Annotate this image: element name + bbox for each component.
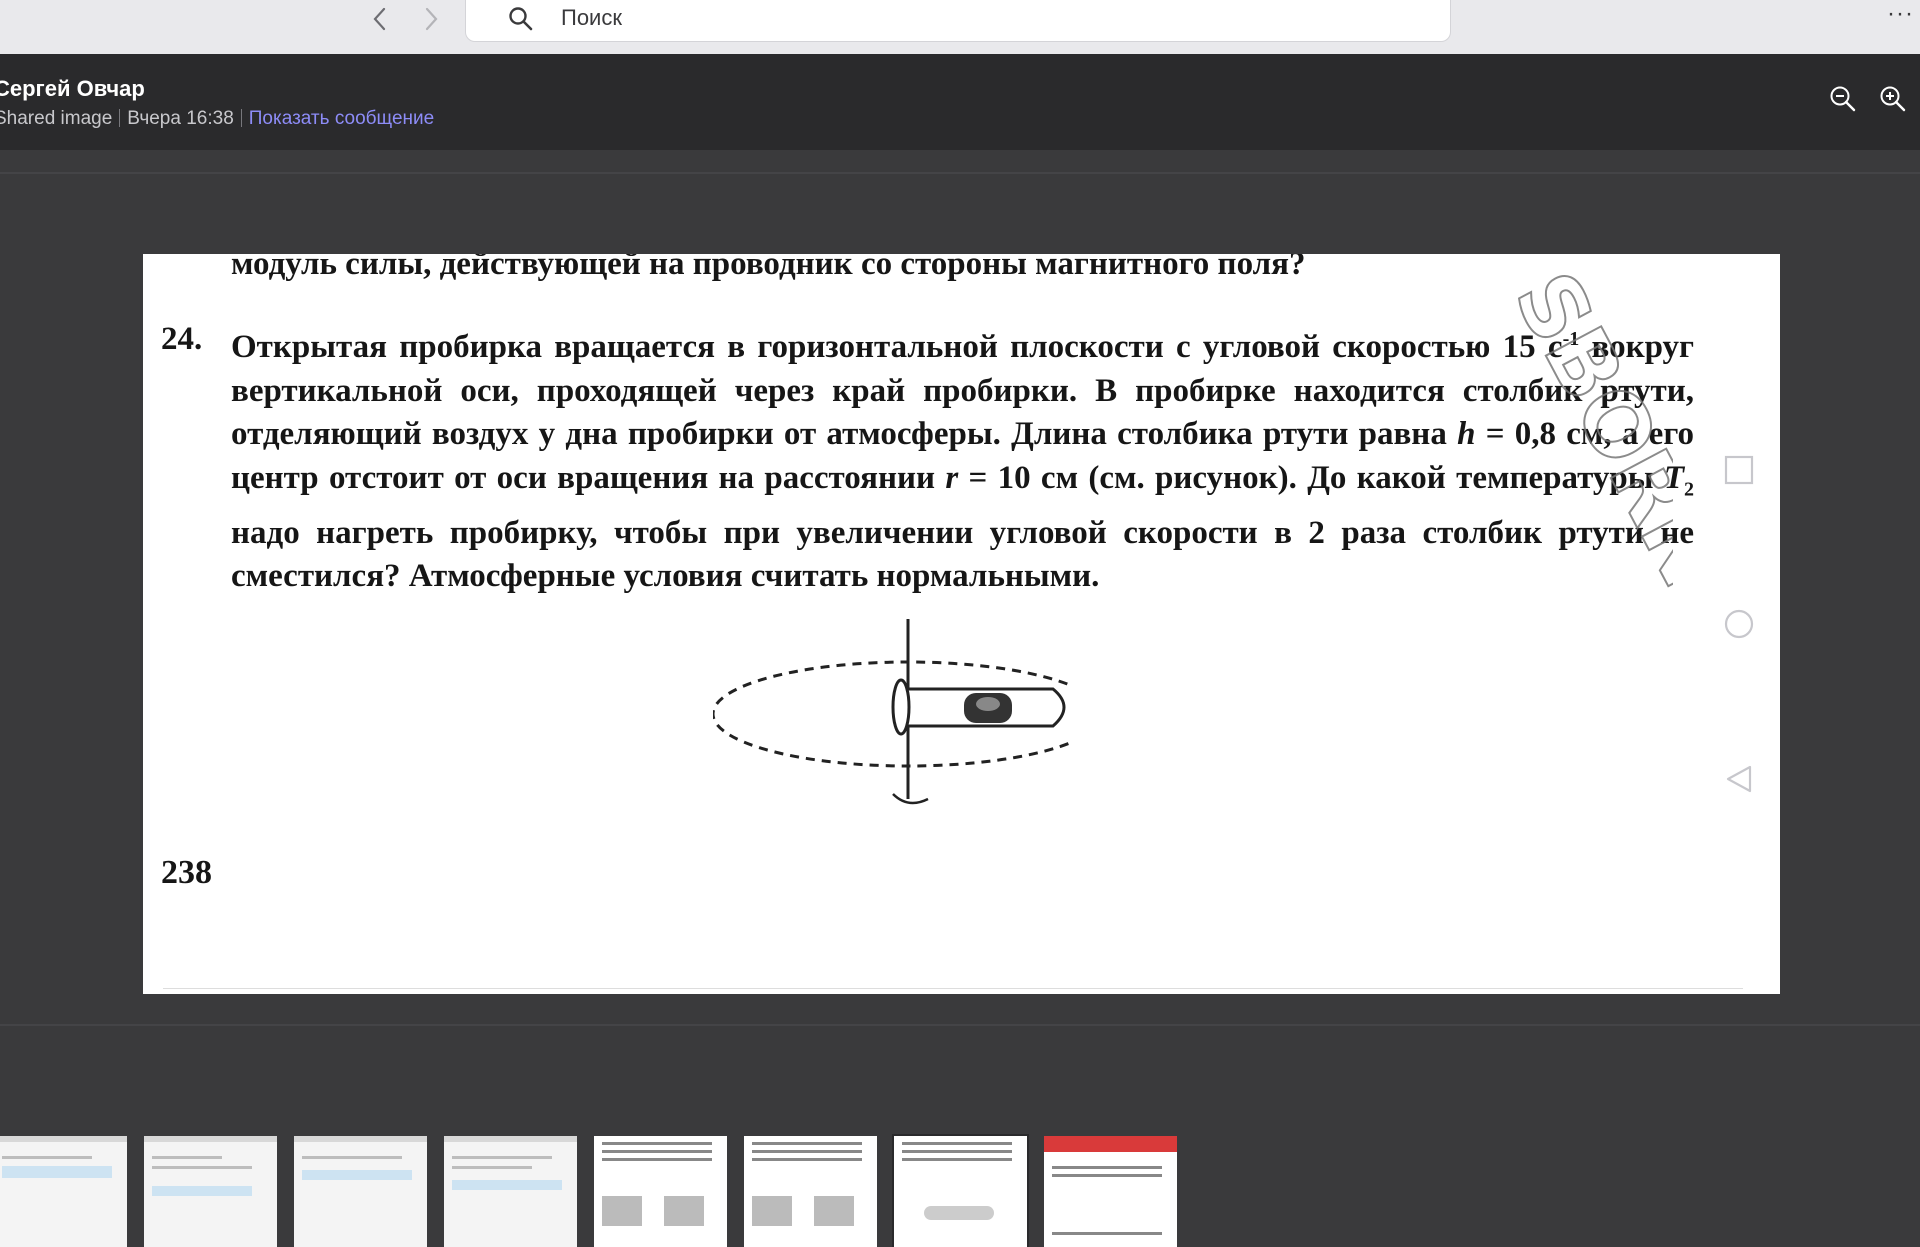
triangle-back-icon [1726, 765, 1752, 793]
problem-text: Открытая пробирка вращается в горизонтал… [231, 318, 1694, 599]
viewer-header: Сергей Овчар Shared image Вчера 16:38 Пока… [0, 54, 1920, 150]
mercury-highlight [976, 697, 1000, 711]
thumbnail-line [152, 1156, 222, 1159]
background-divider [0, 172, 1920, 174]
thumbnail-strip [0, 1134, 1920, 1247]
thumbnail-selected[interactable] [892, 1134, 1029, 1247]
question-number: 24. [161, 321, 203, 357]
timestamp: Вчера 16:38 [127, 108, 234, 129]
square-icon [1724, 455, 1754, 485]
thumbnail-line [302, 1156, 402, 1159]
variable-h: h [1457, 416, 1476, 452]
page-bottom-line [163, 988, 1743, 989]
rotating-tube-figure [713, 619, 1073, 805]
forward-button[interactable] [416, 4, 446, 34]
thumbnail-line [452, 1156, 552, 1159]
thumbnail-line [602, 1142, 712, 1145]
previous-problem-line: модуль силы, действующей на проводник со… [231, 254, 1306, 282]
zoom-out-icon [1830, 86, 1856, 112]
zoom-in-button[interactable] [1878, 84, 1908, 114]
thumbnail[interactable] [444, 1136, 577, 1247]
thumbnail-line [664, 1196, 704, 1226]
thumbnail-bar [294, 1136, 427, 1142]
thumbnail-bar [144, 1136, 277, 1142]
thumbnail-bar [444, 1136, 577, 1142]
thumbnail-line [752, 1158, 862, 1161]
thumbnail-line [602, 1196, 642, 1226]
background-divider [0, 1024, 1920, 1026]
subscript: 2 [1684, 478, 1694, 501]
thumbnail-line [452, 1166, 532, 1169]
thumbnail-line [2, 1166, 112, 1178]
tube-opening [891, 678, 911, 736]
thumbnail-line [152, 1186, 252, 1196]
thumbnail-line [814, 1196, 854, 1226]
thumbnail-line [1052, 1174, 1162, 1177]
more-menu-button[interactable]: ··· [1887, 0, 1914, 28]
zoom-out-button[interactable] [1828, 84, 1858, 114]
shared-label: Shared image [0, 108, 113, 129]
divider [240, 109, 242, 127]
zoom-in-icon [1880, 86, 1906, 112]
thumbnail-bar [0, 1136, 127, 1142]
rotation-arrow [892, 793, 929, 805]
thumbnail-line [1052, 1166, 1162, 1169]
top-toolbar: Поиск ··· [0, 0, 1920, 54]
thumbnail-line [752, 1196, 792, 1226]
thumbnail-line [752, 1142, 862, 1145]
circle-button[interactable] [1724, 609, 1754, 639]
thumbnail[interactable] [1044, 1136, 1177, 1247]
thumbnail[interactable] [744, 1136, 877, 1247]
search-input[interactable]: Поиск [465, 0, 1451, 42]
thumbnail-line [2, 1156, 92, 1159]
page-number: 238 [161, 854, 212, 891]
message-meta: Shared image Вчера 16:38 Показать сообщени… [0, 108, 434, 130]
problem-text-part: Открытая пробирка вращается в горизонтал… [231, 329, 1563, 365]
thumbnail-bar [1044, 1136, 1177, 1152]
search-placeholder: Поиск [561, 5, 622, 30]
thumbnail[interactable] [594, 1136, 727, 1247]
shared-image: модуль силы, действующей на проводник со… [143, 254, 1780, 994]
thumbnail-line [602, 1150, 712, 1153]
back-button[interactable] [365, 4, 395, 34]
thumbnail-line [452, 1180, 562, 1190]
thumbnail-line [902, 1142, 1012, 1145]
variable-r: r [945, 459, 959, 496]
circle-icon [1724, 609, 1754, 639]
thumbnail-line [602, 1158, 712, 1161]
thumbnail-line [752, 1150, 862, 1153]
watermark: SBORNIK.ME [1493, 274, 1673, 834]
chevron-right-icon [425, 7, 438, 31]
problem-text-part: надо нагреть пробирку, чтобы при увеличе… [231, 514, 1694, 595]
chevron-left-icon [373, 7, 386, 31]
thumbnail[interactable] [294, 1136, 427, 1247]
thumbnail-line [924, 1206, 994, 1220]
search-icon [509, 7, 533, 31]
thumbnail-line [152, 1166, 252, 1169]
thumbnail[interactable] [144, 1136, 277, 1247]
thumbnail-line [1052, 1232, 1162, 1235]
divider [119, 109, 121, 127]
thumbnail[interactable] [0, 1136, 127, 1247]
show-message-link[interactable]: Показать сообщение [249, 108, 434, 129]
thumbnail-line [302, 1170, 412, 1180]
sender-name: Сергей Овчар [0, 76, 145, 101]
thumbnail-line [902, 1158, 1012, 1161]
back-triangle-button[interactable] [1724, 764, 1754, 794]
thumbnail-line [902, 1150, 1012, 1153]
watermark-text: SBORNIK.ME [1494, 274, 1673, 834]
square-button[interactable] [1724, 455, 1754, 485]
